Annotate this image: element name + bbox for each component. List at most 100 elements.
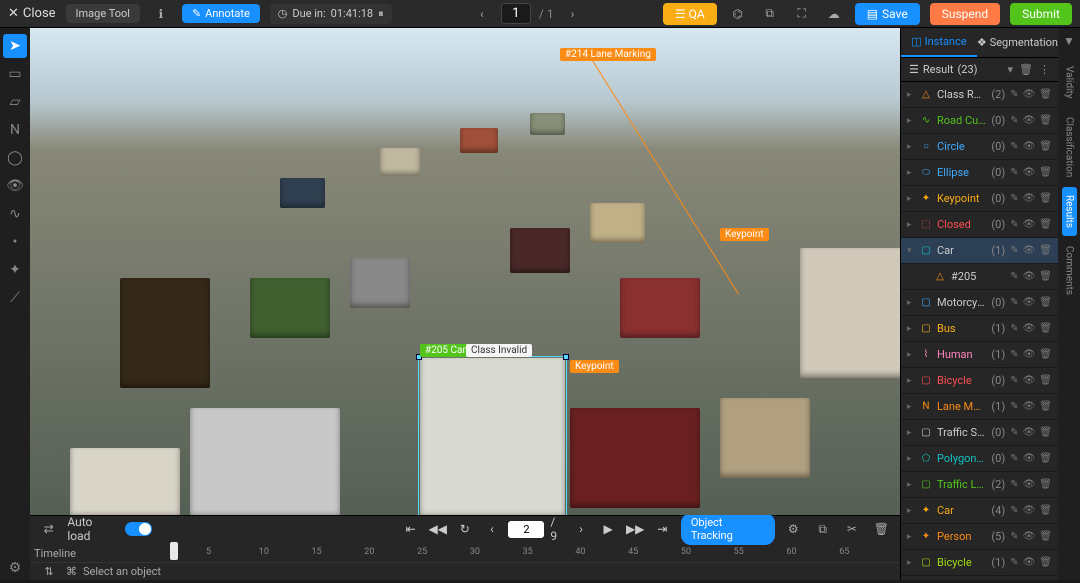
eye-icon[interactable]: 👁 <box>1023 141 1036 152</box>
edit-icon[interactable]: ✎ <box>1010 453 1018 464</box>
step-fwd-icon[interactable]: ▶▶ <box>625 518 646 540</box>
image-tool-pill[interactable]: Image Tool <box>66 4 140 23</box>
keypoint-label[interactable]: Keypoint <box>720 228 769 241</box>
autoload-toggle[interactable] <box>125 522 152 536</box>
eye-icon[interactable]: 👁 <box>1023 271 1036 282</box>
eye-icon[interactable]: 👁 <box>1023 193 1036 204</box>
point-tool[interactable]: • <box>3 230 27 254</box>
curve-tool[interactable]: ∿ <box>3 202 27 226</box>
delete-icon[interactable]: 🗑 <box>1039 219 1052 230</box>
delete-icon[interactable]: 🗑 <box>1039 453 1052 464</box>
delete-icon[interactable]: 🗑 <box>1039 531 1052 542</box>
timeline-settings-icon[interactable]: ⇄ <box>38 518 59 540</box>
rect-tool[interactable]: ▭ <box>3 62 27 86</box>
tab-segmentation[interactable]: ❖Segmentation <box>977 29 1058 56</box>
result-item[interactable]: ▸▢Motorcycle(0)✎👁🗑 <box>901 290 1058 316</box>
delete-icon[interactable]: 🗑 <box>1039 245 1052 256</box>
eye-icon[interactable]: 👁 <box>1023 115 1036 126</box>
pager-next-icon[interactable]: › <box>562 3 584 25</box>
trash-all-icon[interactable]: 🗑 <box>1019 63 1033 76</box>
pager-input[interactable] <box>501 3 531 24</box>
delete-icon[interactable]: 🗑 <box>1039 89 1052 100</box>
submit-button[interactable]: Submit <box>1010 3 1072 25</box>
eye-icon[interactable]: 👁 <box>1023 323 1036 334</box>
result-item[interactable]: ▸✦Car(4)✎👁🗑 <box>901 498 1058 524</box>
expand-icon[interactable]: ⛶ <box>791 3 813 25</box>
delete-icon[interactable]: 🗑 <box>1039 427 1052 438</box>
settings-tool[interactable]: ⚙ <box>3 556 27 580</box>
delete-icon[interactable]: 🗑 <box>1039 193 1052 204</box>
class-invalid-label[interactable]: Class Invalid <box>466 344 532 357</box>
close-button[interactable]: ✕ Close <box>8 6 56 21</box>
eye-icon[interactable]: 👁 <box>1023 427 1036 438</box>
keypoint2-label[interactable]: Keypoint <box>570 360 619 373</box>
object-tracking-pill[interactable]: Object Tracking <box>681 513 775 545</box>
car-tag-label[interactable]: #205 Car <box>420 344 471 357</box>
result-item[interactable]: ▸∿Road Curvat...(0)✎👁🗑 <box>901 108 1058 134</box>
edit-icon[interactable]: ✎ <box>1010 219 1018 230</box>
qa-button[interactable]: ☰ QA <box>663 3 717 25</box>
tab-instance[interactable]: ◫Instance <box>901 28 977 57</box>
result-item[interactable]: ▸⬭Ellipse(0)✎👁🗑 <box>901 160 1058 186</box>
edit-icon[interactable]: ✎ <box>1010 479 1018 490</box>
result-item[interactable]: ▸⬠Polygon+N(0)✎👁🗑 <box>901 446 1058 472</box>
more-icon[interactable]: ⋮ <box>1039 63 1050 76</box>
result-item[interactable]: ▸✦Keypoint(0)✎👁🗑 <box>901 186 1058 212</box>
loop-icon[interactable]: ↻ <box>454 518 475 540</box>
result-item[interactable]: ▸▢Traffic Light(2)✎👁🗑 <box>901 472 1058 498</box>
delete-icon[interactable]: 🗑 <box>1039 167 1052 178</box>
annotate-pill[interactable]: ✎ Annotate <box>182 4 260 23</box>
side-tab-validity[interactable]: Validity <box>1062 58 1077 107</box>
result-item[interactable]: ▸△Class Required(2)✎👁🗑 <box>901 82 1058 108</box>
eye-icon[interactable]: 👁 <box>1023 219 1036 230</box>
handle-tr[interactable] <box>563 354 569 360</box>
selection-box[interactable] <box>418 356 567 515</box>
playhead[interactable] <box>170 542 178 560</box>
edit-icon[interactable]: ✎ <box>1010 141 1018 152</box>
eye-icon[interactable]: 👁 <box>1023 167 1036 178</box>
filter-funnel-icon[interactable]: ▾ <box>1008 63 1014 76</box>
result-item[interactable]: ▸✦Person(5)✎👁🗑 <box>901 524 1058 550</box>
trash-icon[interactable]: 🗑 <box>871 518 892 540</box>
delete-icon[interactable]: 🗑 <box>1039 271 1052 282</box>
delete-icon[interactable]: 🗑 <box>1039 401 1052 412</box>
result-item[interactable]: ▸NLane Marking(1)✎👁🗑 <box>901 394 1058 420</box>
result-item[interactable]: ▸⬚Closed(0)✎👁🗑 <box>901 212 1058 238</box>
pager-prev-icon[interactable]: ‹ <box>471 3 493 25</box>
cloud-icon[interactable]: ☁ <box>823 3 845 25</box>
edit-icon[interactable]: ✎ <box>1010 245 1018 256</box>
track-gear-icon[interactable]: ⚙ <box>783 518 804 540</box>
eye-icon[interactable]: 👁 <box>1023 89 1036 100</box>
magic-tool[interactable]: ✦ <box>3 258 27 282</box>
next-frame-icon[interactable]: › <box>570 518 591 540</box>
select-object-label[interactable]: Select an object <box>83 565 161 578</box>
edit-icon[interactable]: ✎ <box>1010 505 1018 516</box>
edit-icon[interactable]: ✎ <box>1010 557 1018 568</box>
edit-icon[interactable]: ✎ <box>1010 531 1018 542</box>
delete-icon[interactable]: 🗑 <box>1039 323 1052 334</box>
lane-marking-label[interactable]: #214 Lane Marking <box>560 48 656 61</box>
step-back-icon[interactable]: ◀◀ <box>427 518 448 540</box>
eye-icon[interactable]: 👁 <box>1023 349 1036 360</box>
sliders-icon[interactable]: ⇅ <box>38 561 60 583</box>
eye-icon[interactable]: 👁 <box>1023 505 1036 516</box>
edit-icon[interactable]: ✎ <box>1010 167 1018 178</box>
result-item[interactable]: ▸▢Bicycle(0)✎👁🗑 <box>901 368 1058 394</box>
polygon-tool[interactable]: ▱ <box>3 90 27 114</box>
edit-icon[interactable]: ✎ <box>1010 271 1018 282</box>
eye-icon[interactable]: 👁 <box>1023 479 1036 490</box>
eye-tool[interactable]: 👁 <box>3 174 27 198</box>
skip-end-icon[interactable]: ⇥ <box>652 518 673 540</box>
info-icon[interactable]: ℹ <box>150 3 172 25</box>
edit-icon[interactable]: ✎ <box>1010 375 1018 386</box>
result-item[interactable]: ▸▢Bicycle(1)✎👁🗑 <box>901 550 1058 576</box>
frame-input[interactable] <box>508 521 544 538</box>
play-icon[interactable]: ▶ <box>598 518 619 540</box>
share-icon[interactable]: ⧉ <box>759 3 781 25</box>
eye-icon[interactable]: 👁 <box>1023 453 1036 464</box>
result-item[interactable]: ▾▢Car(1)✎👁🗑 <box>901 238 1058 264</box>
delete-icon[interactable]: 🗑 <box>1039 297 1052 308</box>
skip-start-icon[interactable]: ⇤ <box>400 518 421 540</box>
filter-icon[interactable]: ▼ <box>1060 32 1078 50</box>
prev-frame-icon[interactable]: ‹ <box>481 518 502 540</box>
